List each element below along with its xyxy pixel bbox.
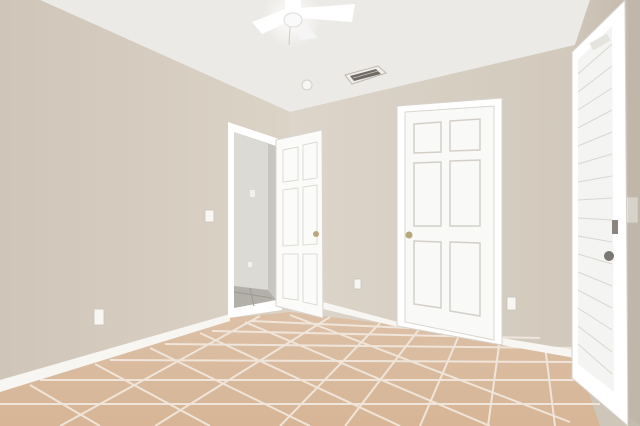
- door-knob-icon: [313, 231, 319, 237]
- outlet-icon: [248, 262, 252, 267]
- door-knob-icon: [405, 231, 413, 239]
- light-switch-icon: [250, 190, 255, 197]
- room-photo: [0, 0, 640, 426]
- room-illustration: [0, 0, 640, 426]
- closet-door: [396, 97, 503, 346]
- door-knob-icon: [604, 251, 614, 261]
- bathroom-doorway: [228, 122, 282, 318]
- outlet-icon: [353, 278, 362, 290]
- outlet-icon: [93, 308, 105, 326]
- smoke-detector-icon: [301, 79, 313, 91]
- french-door-blinds: [571, 0, 629, 426]
- open-door: [275, 129, 324, 319]
- outlet-icon: [506, 296, 517, 311]
- light-switch-icon: [204, 209, 215, 223]
